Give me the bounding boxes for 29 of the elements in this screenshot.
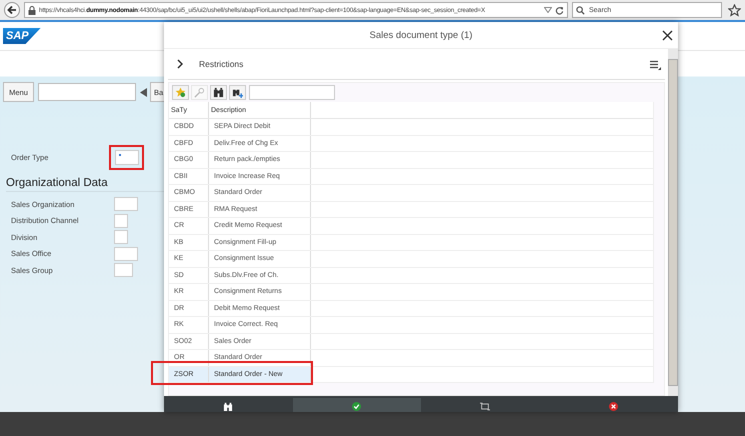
chevron-right-icon[interactable] bbox=[177, 59, 183, 69]
dialog-title: Sales document type (1) bbox=[370, 30, 472, 40]
binoculars-button[interactable] bbox=[210, 85, 227, 100]
star-button[interactable] bbox=[172, 85, 189, 100]
close-icon[interactable] bbox=[662, 30, 673, 41]
list-menu-icon[interactable] bbox=[650, 60, 661, 70]
restrictions-label[interactable]: Restrictions bbox=[199, 59, 244, 69]
input-field[interactable] bbox=[114, 214, 128, 228]
scrollbar[interactable] bbox=[668, 49, 678, 396]
lock-icon bbox=[28, 6, 36, 14]
cancel-icon bbox=[609, 402, 618, 411]
input-field[interactable] bbox=[114, 230, 128, 244]
back-icon[interactable] bbox=[4, 2, 20, 18]
search-field[interactable] bbox=[249, 85, 335, 100]
search-icon bbox=[576, 6, 585, 15]
sap-logo: SAP bbox=[3, 28, 41, 44]
reload-icon[interactable] bbox=[555, 6, 564, 14]
dropdown-icon[interactable] bbox=[544, 7, 552, 13]
bookmark-star-icon[interactable] bbox=[728, 4, 741, 16]
input-field[interactable] bbox=[114, 263, 133, 278]
binoculars-icon bbox=[223, 402, 234, 411]
binoculars-plus-button[interactable] bbox=[229, 85, 246, 100]
command-field[interactable] bbox=[38, 83, 136, 101]
input-field[interactable] bbox=[114, 246, 138, 261]
input-field[interactable] bbox=[114, 197, 138, 212]
checkmark-icon bbox=[352, 402, 362, 411]
screen-icon bbox=[480, 402, 490, 411]
order-type-field[interactable] bbox=[115, 150, 139, 164]
triangle-left-icon[interactable] bbox=[140, 88, 147, 96]
